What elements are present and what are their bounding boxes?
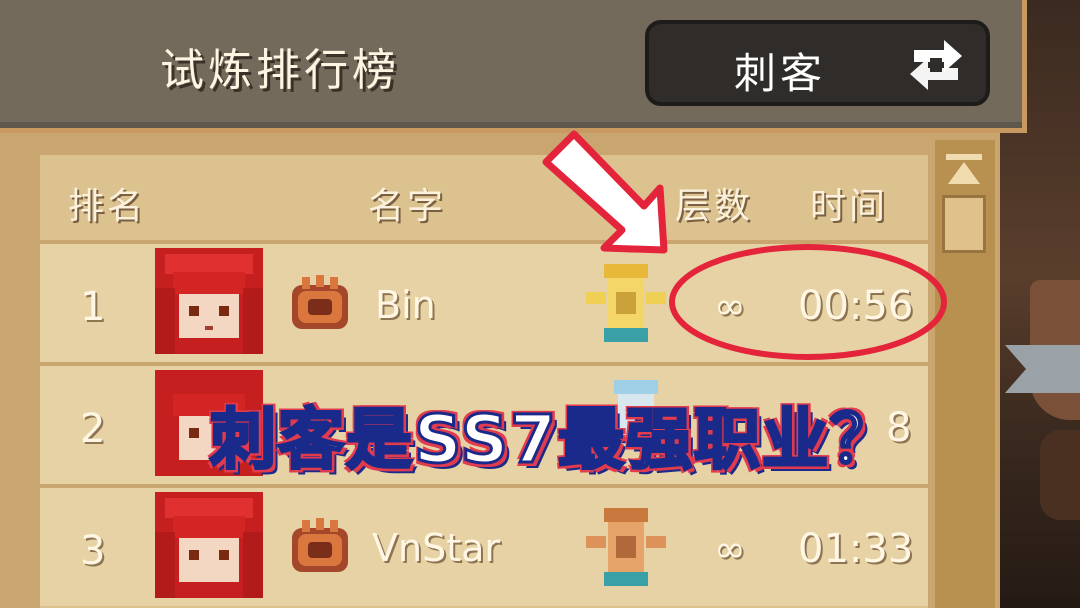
guild-badge-icon xyxy=(292,518,348,572)
player-name: Bin xyxy=(375,283,436,327)
time-value: 00:56 xyxy=(798,283,914,329)
leaderboard-header: 试炼排行榜 刺客 xyxy=(0,0,1027,133)
player-avatar xyxy=(155,248,263,354)
page-title: 试炼排行榜 xyxy=(160,45,400,96)
rank-number: 2 xyxy=(80,406,106,452)
scrollbar-thumb[interactable] xyxy=(942,195,986,253)
swap-icon[interactable] xyxy=(904,38,968,92)
column-header-rank: 排名 xyxy=(68,186,147,227)
rank-number: 3 xyxy=(80,528,106,574)
player-avatar xyxy=(155,492,263,598)
column-header-layers: 层数 xyxy=(675,186,754,227)
scroll-up-icon[interactable] xyxy=(944,152,984,188)
layers-value: ∞ xyxy=(714,527,746,571)
class-select-label: 刺客 xyxy=(734,49,827,98)
player-name: VnStar xyxy=(372,526,501,570)
gold-trophy-icon xyxy=(586,264,666,342)
rank-number: 1 xyxy=(80,284,106,330)
time-value: 01:33 xyxy=(798,526,914,572)
overlay-caption: 刺客是SS7最强职业？ xyxy=(208,400,899,480)
column-header-time: 时间 xyxy=(810,186,889,227)
bronze-trophy-icon xyxy=(586,508,666,586)
backdrop-decoration xyxy=(1040,430,1080,520)
column-header-name: 名字 xyxy=(368,186,447,227)
guild-badge-icon xyxy=(292,275,348,329)
layers-value: ∞ xyxy=(714,284,746,328)
class-select-button[interactable]: 刺客 xyxy=(645,20,990,106)
